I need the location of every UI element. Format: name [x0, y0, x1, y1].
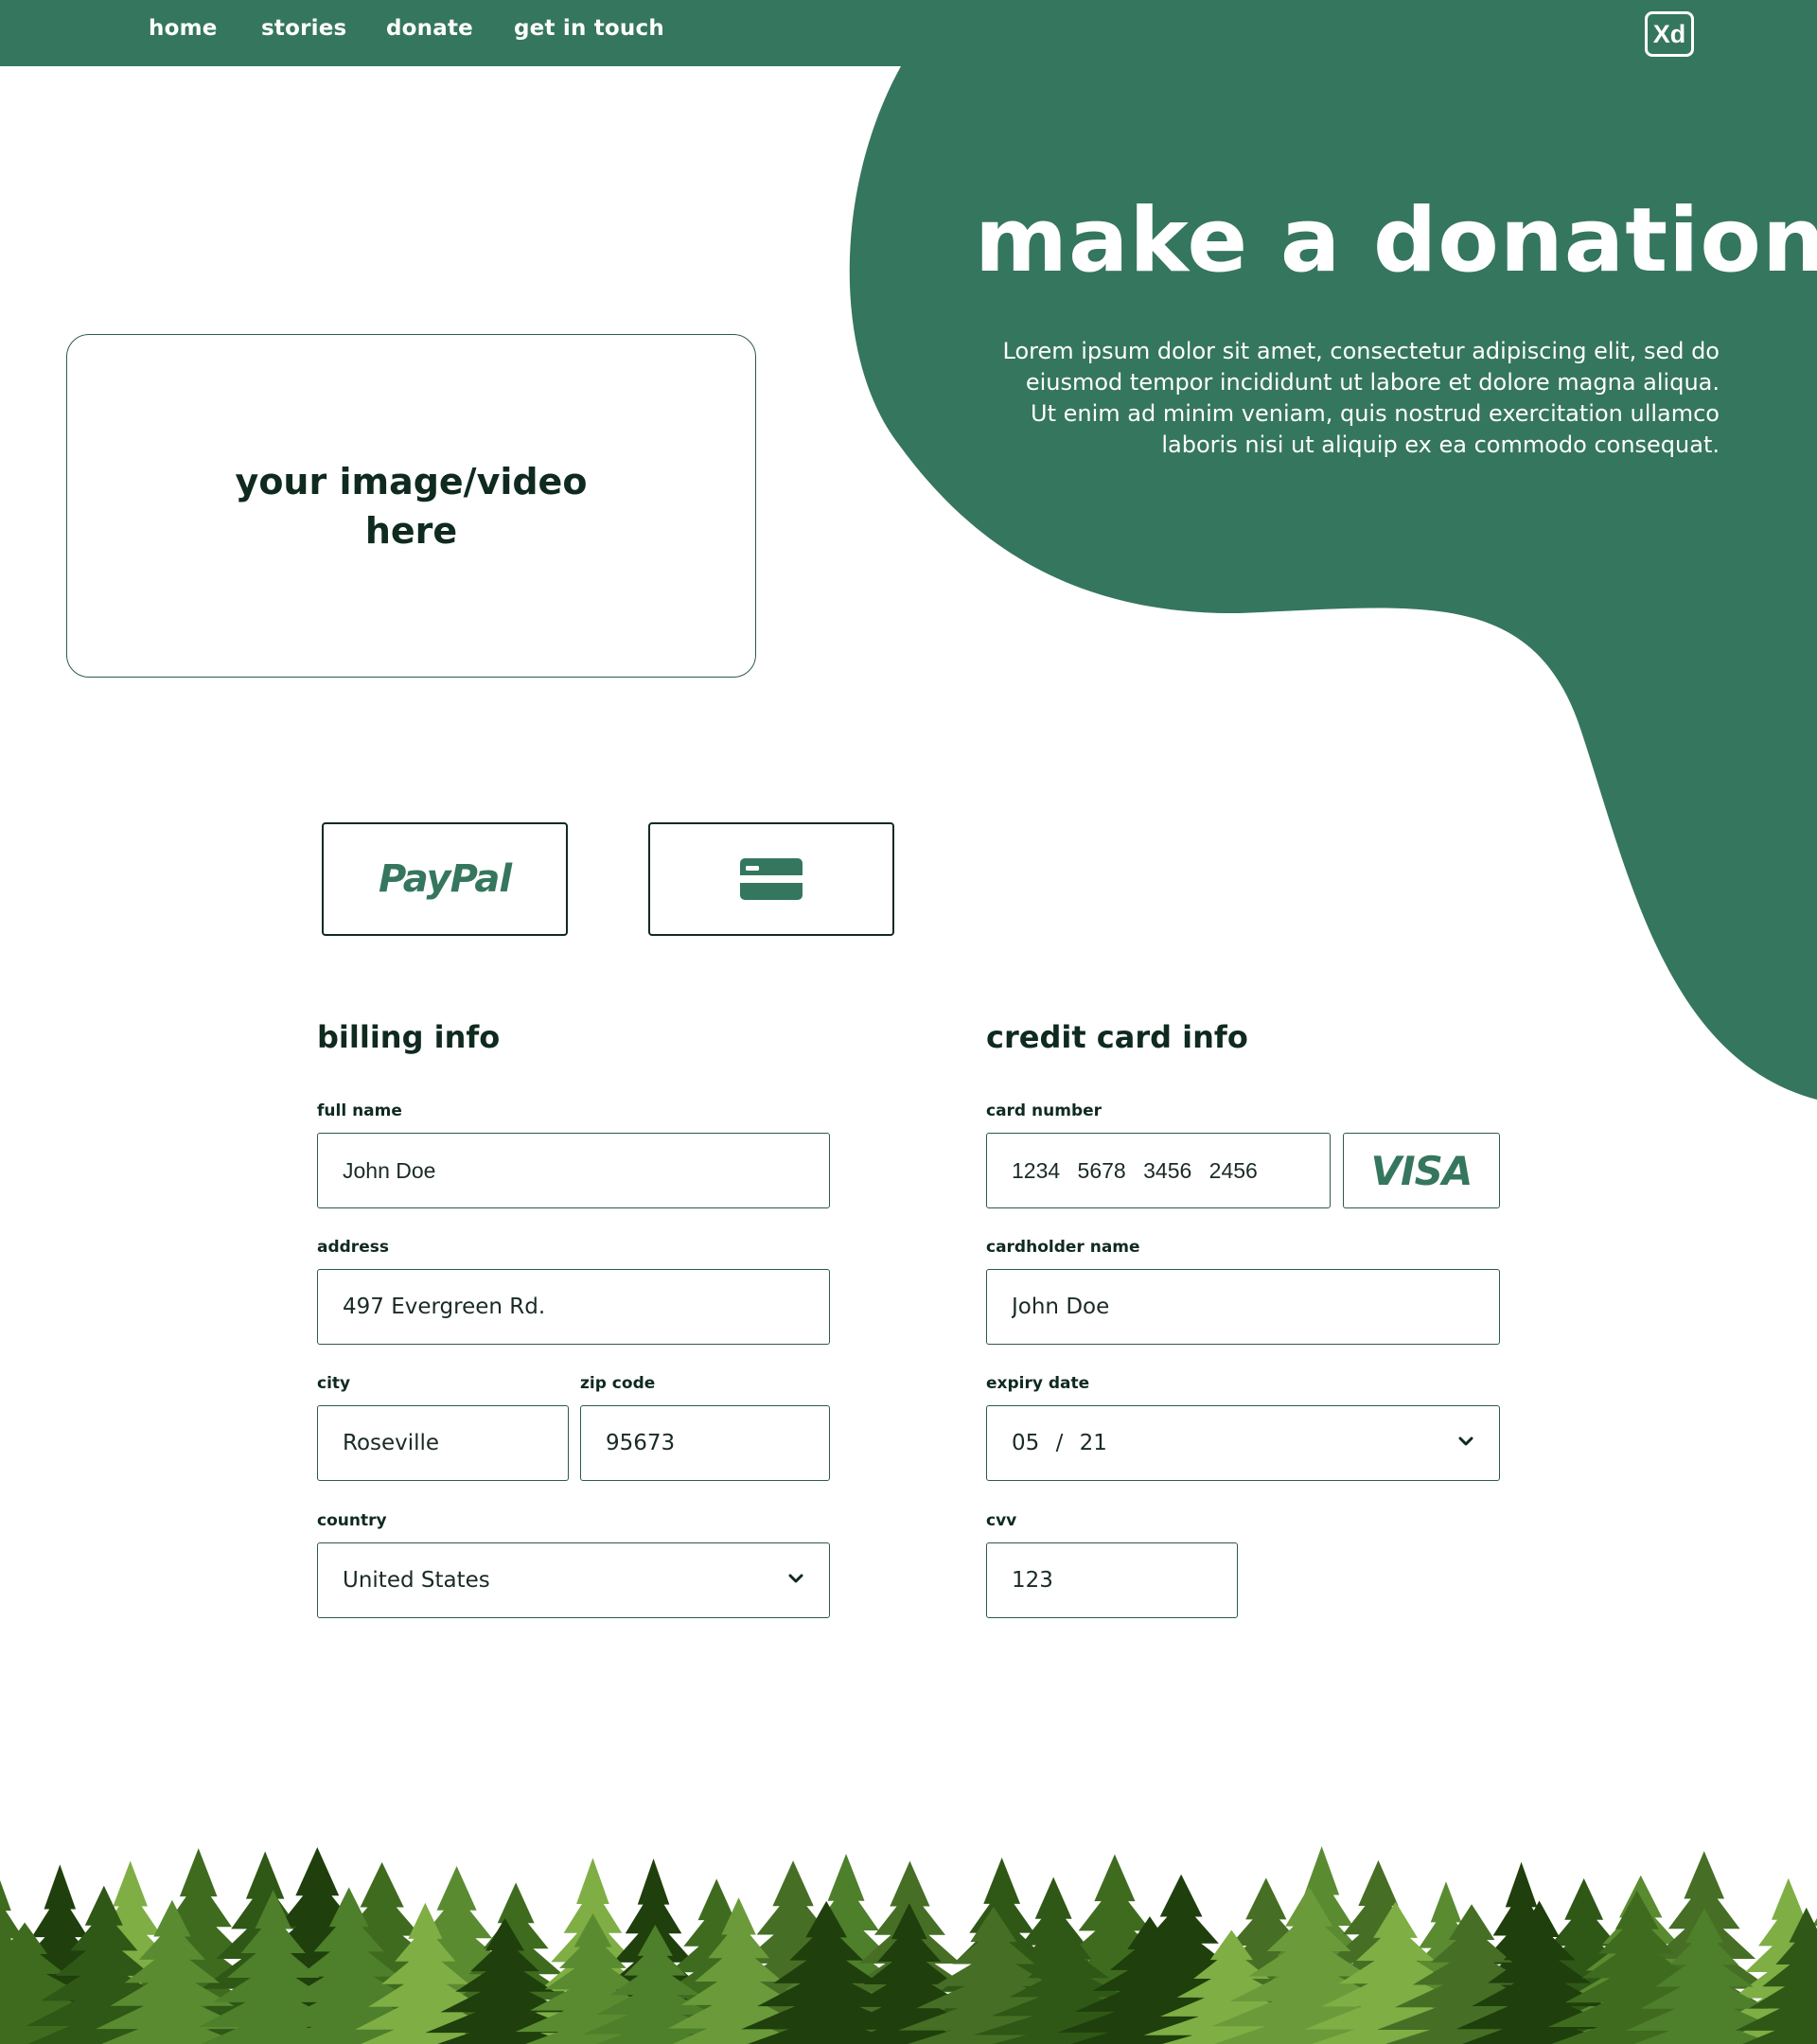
zip-code-input[interactable] [606, 1431, 829, 1455]
cardholder-name-label: cardholder name [986, 1238, 1140, 1257]
nav-link-donate[interactable]: donate [386, 16, 473, 41]
cvv-input[interactable] [1012, 1568, 1237, 1593]
cvv-field[interactable] [986, 1542, 1238, 1618]
nav-link-home[interactable]: home [149, 16, 218, 41]
chevron-down-icon [1458, 1436, 1473, 1446]
country-selected-value: United States [343, 1568, 490, 1593]
country-select[interactable]: United States [317, 1542, 830, 1618]
full-name-field[interactable] [317, 1133, 830, 1208]
zip-code-field[interactable] [580, 1405, 830, 1481]
forest-trees-decoration [0, 1845, 1817, 2044]
credit-card-icon [740, 858, 803, 900]
page-title: make a donation [975, 189, 1817, 292]
credit-card-info-heading: credit card info [986, 1019, 1248, 1055]
top-navbar: home stories donate get in touch Xd [0, 0, 1817, 66]
address-input[interactable] [343, 1295, 829, 1319]
expiry-date-label: expiry date [986, 1374, 1090, 1393]
nav-link-stories[interactable]: stories [261, 16, 346, 41]
xd-logo-icon[interactable]: Xd [1645, 11, 1694, 57]
cardholder-name-field[interactable] [986, 1269, 1500, 1345]
hero-description: Lorem ipsum dolor sit amet, consectetur … [1002, 338, 1720, 458]
media-placeholder[interactable]: your image/video here [66, 334, 756, 678]
expiry-date-value: 05 / 21 [1012, 1431, 1107, 1455]
city-field[interactable] [317, 1405, 569, 1481]
card-number-label: card number [986, 1101, 1103, 1120]
country-label: country [317, 1511, 387, 1530]
zip-code-label: zip code [580, 1374, 656, 1393]
cvv-label: cvv [986, 1511, 1017, 1530]
visa-logo: VISA [1370, 1147, 1473, 1194]
credit-card-button[interactable] [648, 822, 894, 936]
full-name-label: full name [317, 1101, 402, 1120]
address-label: address [317, 1238, 389, 1257]
visa-badge: VISA [1343, 1133, 1500, 1208]
cardholder-name-input[interactable] [1012, 1295, 1499, 1319]
billing-info-heading: billing info [317, 1019, 501, 1055]
city-input[interactable] [343, 1431, 568, 1455]
expiry-date-select[interactable]: 05 / 21 [986, 1405, 1500, 1481]
paypal-button[interactable]: PayPal [322, 822, 568, 936]
card-number-value: 1234 5678 3456 2456 [1012, 1157, 1258, 1183]
full-name-input[interactable] [343, 1157, 829, 1184]
address-field[interactable] [317, 1269, 830, 1345]
nav-link-get-in-touch[interactable]: get in touch [514, 16, 664, 41]
chevron-down-icon [788, 1574, 803, 1583]
card-number-field[interactable]: 1234 5678 3456 2456 [986, 1133, 1331, 1208]
city-label: city [317, 1374, 351, 1393]
media-placeholder-label: your image/video here [235, 460, 588, 552]
paypal-logo: PayPal [378, 857, 512, 901]
